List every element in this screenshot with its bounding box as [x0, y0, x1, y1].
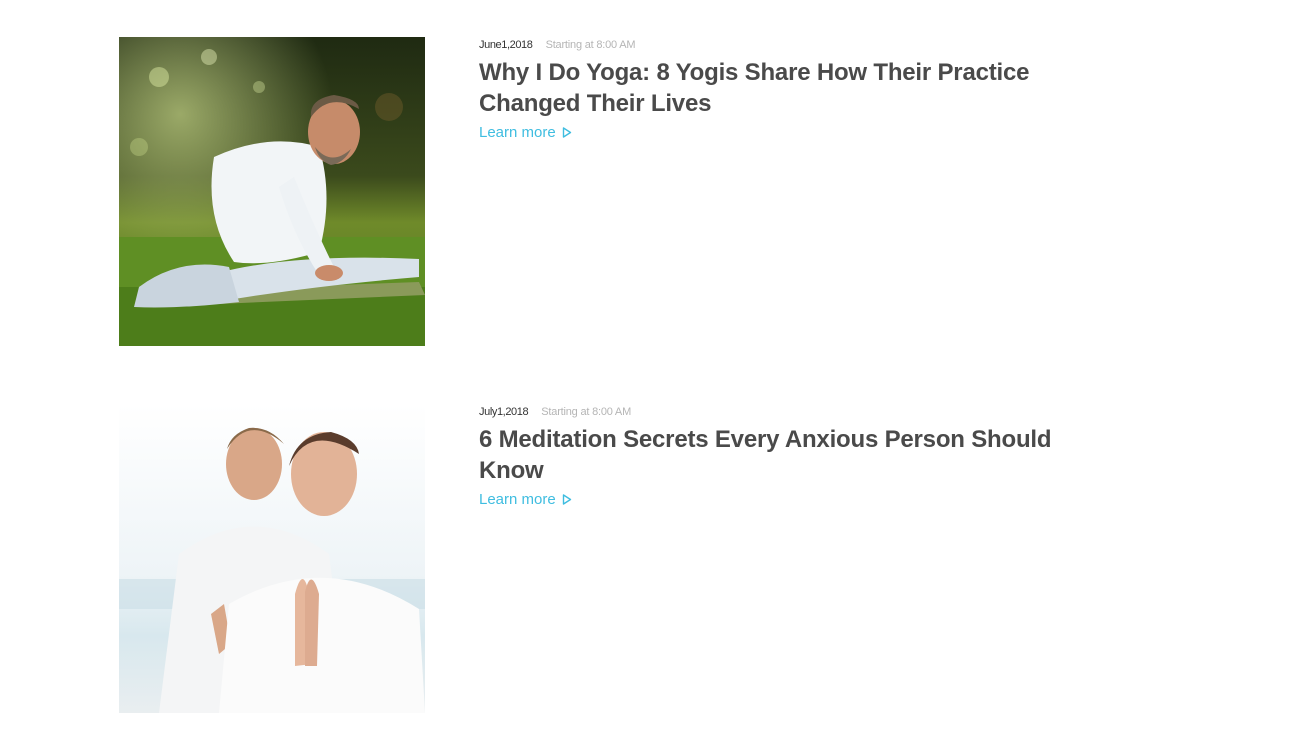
post-date: June1,2018 [479, 39, 533, 51]
post-date: July1,2018 [479, 406, 529, 418]
post-title[interactable]: 6 Meditation Secrets Every Anxious Perso… [479, 424, 1119, 486]
post-card: July1,2018 Starting at 8:00 AM 6 Meditat… [119, 404, 1119, 714]
post-time: Starting at 8:00 AM [541, 406, 632, 418]
post-time: Starting at 8:00 AM [545, 39, 636, 51]
post-content: July1,2018 Starting at 8:00 AM 6 Meditat… [479, 404, 1119, 510]
play-triangle-icon [562, 126, 572, 138]
learn-more-link[interactable]: Learn more [479, 490, 572, 510]
learn-more-label: Learn more [479, 124, 556, 141]
play-triangle-icon [562, 493, 572, 505]
post-card: June1,2018 Starting at 8:00 AM Why I Do … [119, 37, 1119, 347]
learn-more-label: Learn more [479, 491, 556, 508]
learn-more-link[interactable]: Learn more [479, 123, 572, 143]
post-meta: June1,2018 Starting at 8:00 AM [479, 37, 1119, 53]
yoga-stretch-photo[interactable] [119, 37, 425, 346]
post-meta: July1,2018 Starting at 8:00 AM [479, 404, 1119, 420]
meditation-couple-photo[interactable] [119, 404, 425, 713]
post-content: June1,2018 Starting at 8:00 AM Why I Do … [479, 37, 1119, 143]
post-title[interactable]: Why I Do Yoga: 8 Yogis Share How Their P… [479, 57, 1119, 119]
